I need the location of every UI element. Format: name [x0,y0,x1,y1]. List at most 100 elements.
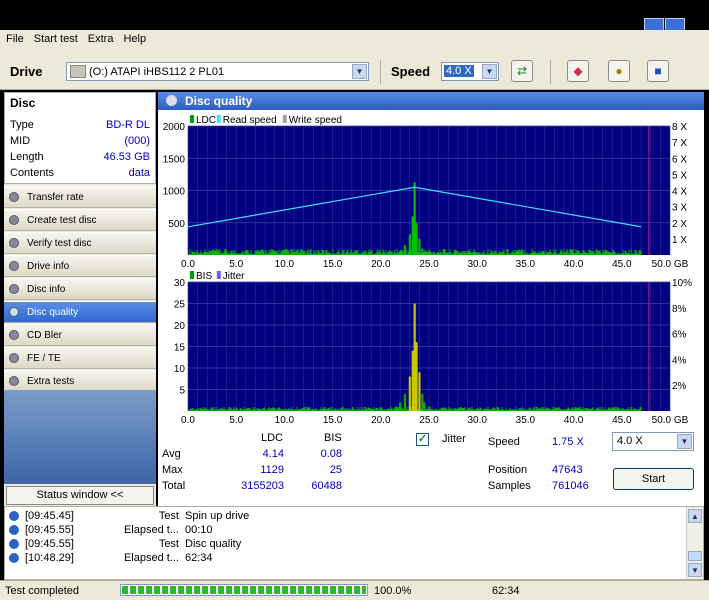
max-bis: 25 [329,464,342,476]
nav-drive-info[interactable]: Drive info [4,255,156,277]
nav-disc-quality[interactable]: Disc quality [4,301,156,323]
y-tick-label: 20 [174,321,186,332]
x-tick-label: 5.0 [229,259,243,270]
log-value: Disc quality [185,538,242,550]
chevron-down-icon[interactable]: ▼ [688,563,702,577]
menu-file[interactable]: File [0,30,28,45]
chevron-down-icon[interactable]: ▼ [352,64,367,79]
disc-icon [9,307,19,317]
avg-label: Avg [162,448,181,460]
jitter-label: Jitter [442,433,466,445]
max-label: Max [162,464,183,476]
progress-percent: 100.0% [374,585,412,597]
y2-tick-label: 8% [672,304,687,315]
jitter-checkbox[interactable]: ✓ [416,433,429,446]
main-title: Disc quality [185,94,253,108]
disc-icon [9,376,19,386]
title-bar [0,0,709,49]
y-tick-label: 500 [168,219,185,230]
x-tick-label: 50.0 GB [652,259,689,270]
spike-bar [411,350,414,411]
menu-help[interactable]: Help [117,30,150,45]
chevron-up-icon[interactable]: ▲ [688,509,702,523]
legend-swatch [190,271,194,279]
test-speed-select[interactable]: 4.0 X ▼ [612,432,694,451]
nav-label: Create test disc [27,215,97,226]
disc-icon [9,238,19,248]
disc-row-label: Length [10,151,44,163]
y2-tick-label: 8 X [672,122,687,133]
log-time: [10:48.29] [25,552,74,564]
spike-bar [399,402,402,411]
window-controls[interactable] [643,18,703,49]
y2-tick-label: 5 X [672,170,687,181]
menu-start-test[interactable]: Start test [28,30,82,45]
refresh-button[interactable]: ⇄ [511,60,533,82]
options-button[interactable]: ● [608,60,630,82]
speed-select[interactable]: 4.0 X ▼ [441,62,499,81]
nav-fe-te[interactable]: FE / TE [4,347,156,369]
col-ldc-header: LDC [261,432,284,444]
menu-extra[interactable]: Extra [82,30,118,45]
start-button[interactable]: Start [613,468,694,490]
erase-button[interactable]: ◆ [567,60,589,82]
disc-row-value: data [128,167,150,179]
y2-tick-label: 1 X [672,235,687,246]
y-tick-label: 1000 [163,187,186,198]
y2-tick-label: 6% [672,330,687,341]
nav-transfer-rate[interactable]: Transfer rate [4,186,156,208]
y2-tick-label: 7 X [672,138,687,149]
nav-extra-tests[interactable]: Extra tests [4,370,156,392]
disc-row-value: BD-R DL [105,119,150,131]
speed-select-value: 4.0 X [444,65,474,77]
position-value: 47643 [552,464,583,476]
nav-label: Verify test disc [27,238,92,249]
nav-label: Transfer rate [27,192,84,203]
log-scrollbar[interactable]: ▲ ▼ [686,507,703,579]
avg-ldc: 4.14 [262,448,284,460]
x-tick-label: 30.0 [467,415,487,426]
spike-bar [423,252,426,255]
save-button[interactable]: ■ [647,60,669,82]
toolbar-divider [380,60,381,84]
speed-label: Speed [391,64,431,79]
drive-select[interactable]: (O:) ATAPI iHBS112 2 PL01 ▼ [66,62,369,81]
spike-bar [403,393,407,411]
y-tick-label: 5 [179,386,185,397]
status-bar: Test completed 100.0% 62:34 [0,580,709,600]
elapsed-time: 62:34 [492,585,520,597]
disc-row-label: Type [10,119,34,131]
log-time: [09:45.55] [25,524,74,536]
chevron-down-icon[interactable]: ▼ [482,64,497,79]
y-tick-label: 25 [174,300,186,311]
drive-icon [70,65,86,78]
save-icon: ■ [654,64,662,78]
nav-label: Extra tests [27,376,75,387]
x-tick-label: 10.0 [275,415,295,426]
status-window-button[interactable]: Status window << [6,486,154,505]
x-tick-label: 25.0 [419,259,439,270]
spike-bar [418,372,421,411]
eraser-icon: ◆ [573,64,583,78]
nav-label: FE / TE [27,353,61,364]
disc-row-type: Type BD-R DL [10,119,150,131]
samples-value: 761046 [552,480,589,492]
y2-tick-label: 2 X [672,219,687,230]
chevron-down-icon[interactable]: ▼ [677,434,692,449]
nav-disc-info[interactable]: Disc info [4,278,156,300]
avg-bis: 0.08 [320,448,342,460]
log-value: 00:10 [185,524,213,536]
nav-create-test-disc[interactable]: Create test disc [4,209,156,231]
y2-tick-label: 4 X [672,187,687,198]
test-speed-select-value: 4.0 X [617,435,643,447]
speed-stat-label: Speed [488,436,520,448]
nav-cd-bler[interactable]: CD Bler [4,324,156,346]
x-tick-label: 0.0 [181,415,195,426]
log-key: Test [158,538,179,550]
nav-verify-test-disc[interactable]: Verify test disc [4,232,156,254]
x-tick-label: 5.0 [229,415,243,426]
scrollbar-thumb[interactable] [688,551,702,561]
main-title-bar: Disc quality [158,92,704,110]
col-bis-header: BIS [324,432,342,444]
refresh-icon: ⇄ [516,64,528,78]
